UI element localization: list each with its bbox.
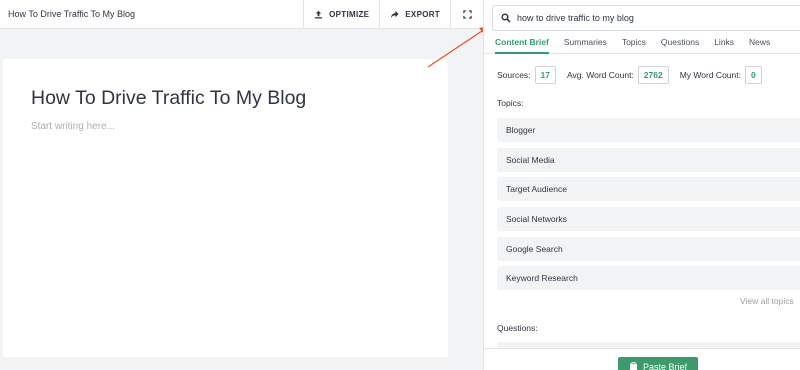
questions-heading: Questions: [497, 323, 538, 333]
panel-tabs: Content Brief Summaries Topics Questions… [484, 34, 800, 54]
document-title: How To Drive Traffic To My Blog [8, 9, 136, 19]
editor-canvas[interactable]: How To Drive Traffic To My Blog Start wr… [3, 59, 448, 357]
optimize-button[interactable]: OPTIMIZE [303, 0, 379, 29]
view-all-topics-link[interactable]: View all topics [740, 296, 800, 306]
tab-topics[interactable]: Topics [622, 34, 646, 54]
optimize-label: OPTIMIZE [329, 9, 370, 19]
sources-count: 17 [534, 66, 557, 84]
avg-word-count: 2762 [637, 66, 669, 84]
my-word-count: 0 [744, 66, 762, 84]
tab-questions[interactable]: Questions [661, 34, 699, 54]
paste-brief-label: Paste Brief [642, 362, 688, 370]
topic-item[interactable]: Social Media [497, 147, 800, 172]
topic-list: Blogger Social Media Target Audience Soc… [497, 118, 800, 296]
avg-word-count-label: Avg. Word Count: [567, 70, 634, 80]
keyword-search[interactable] [492, 5, 800, 31]
tab-content-brief[interactable]: Content Brief [495, 34, 549, 54]
editor-placeholder[interactable]: Start writing here... [31, 121, 115, 132]
search-icon [501, 13, 511, 23]
tab-news[interactable]: News [749, 34, 770, 54]
topic-item[interactable]: Blogger [497, 118, 800, 142]
export-button[interactable]: EXPORT [379, 0, 450, 29]
my-word-count-label: My Word Count: [679, 70, 741, 80]
expand-icon [462, 9, 472, 19]
sources-label: Sources: [497, 70, 531, 80]
content-brief-panel: Content Brief Summaries Topics Questions… [483, 0, 800, 370]
paste-brief-button[interactable]: Paste Brief [618, 357, 698, 370]
fullscreen-button[interactable] [450, 0, 483, 29]
topics-heading: Topics: [497, 98, 524, 108]
topic-item[interactable]: Social Networks [497, 207, 800, 232]
tab-links[interactable]: Links [714, 34, 734, 54]
export-label: EXPORT [405, 9, 440, 19]
editor-heading[interactable]: How To Drive Traffic To My Blog [31, 87, 306, 110]
brief-stats: Sources: 17 Avg. Word Count: 2762 My Wor… [497, 66, 773, 84]
tab-summaries[interactable]: Summaries [564, 34, 607, 54]
topic-item[interactable]: Target Audience [497, 177, 800, 202]
upload-icon [315, 10, 323, 19]
editor-toolbar: How To Drive Traffic To My Blog OPTIMIZE… [0, 0, 483, 29]
topic-item[interactable]: Keyword Research [497, 266, 800, 291]
topic-item[interactable]: Google Search [497, 236, 800, 261]
clipboard-icon [629, 362, 637, 370]
share-arrow-icon [391, 10, 399, 18]
keyword-search-input[interactable] [517, 13, 777, 23]
